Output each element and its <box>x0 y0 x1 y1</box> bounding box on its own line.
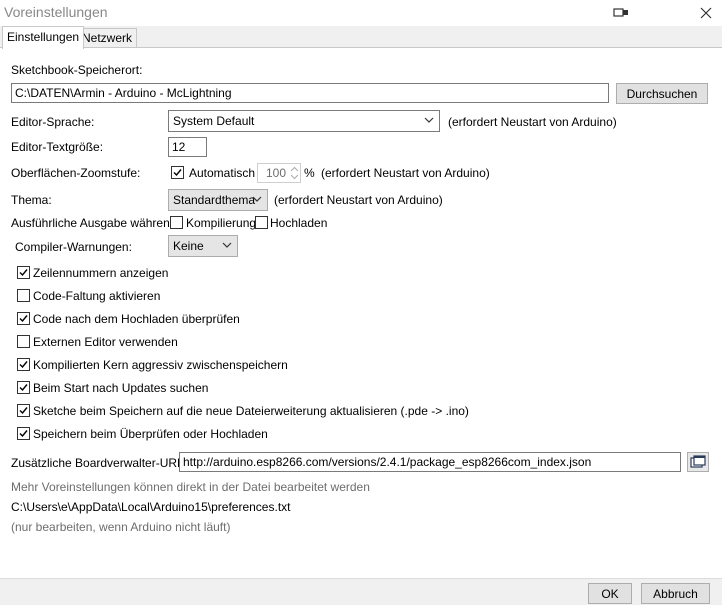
theme-value: Standardthema <box>173 193 256 207</box>
board-urls-input[interactable]: http://arduino.esp8266.com/versions/2.4.… <box>179 452 681 472</box>
compiler-warnings-label: Compiler-Warnungen: <box>15 240 132 254</box>
checkmark-icon <box>19 269 28 277</box>
tab-netzwerk[interactable]: Netzwerk <box>77 28 138 48</box>
option-3-checkbox[interactable] <box>17 335 30 348</box>
theme-select[interactable]: Standardthema <box>168 189 268 211</box>
verbose-compile-checkbox[interactable] <box>170 216 183 229</box>
option-7-label: Speichern beim Überprüfen oder Hochladen <box>33 427 268 441</box>
chevron-down-icon <box>424 117 434 123</box>
sketchbook-label: Sketchbook-Speicherort: <box>11 63 143 77</box>
editor-language-select[interactable]: System Default <box>168 110 440 132</box>
verbose-label: Ausführliche Ausgabe während: <box>11 216 180 230</box>
option-0-checkbox[interactable] <box>17 266 30 279</box>
option-2-checkbox[interactable] <box>17 312 30 325</box>
compiler-warnings-select[interactable]: Keine <box>168 235 238 257</box>
zoom-unit: % <box>304 166 315 180</box>
option-6-checkbox[interactable] <box>17 404 30 417</box>
edit-urls-button[interactable] <box>687 452 709 472</box>
chevron-down-icon <box>222 242 232 248</box>
option-5-label: Beim Start nach Updates suchen <box>33 381 209 395</box>
checkmark-icon <box>19 361 28 369</box>
theme-label: Thema: <box>11 193 52 207</box>
option-6-label: Sketche beim Speichern auf die neue Date… <box>33 404 469 418</box>
option-2-label: Code nach dem Hochladen überprüfen <box>33 312 240 326</box>
checkmark-icon <box>19 407 28 415</box>
compiler-warnings-value: Keine <box>173 239 204 253</box>
checkmark-icon <box>19 315 28 323</box>
zoom-auto-checkbox[interactable] <box>171 166 184 179</box>
info-line-1: Mehr Voreinstellungen können direkt in d… <box>11 480 370 494</box>
option-3-label: Externen Editor verwenden <box>33 335 178 349</box>
zoom-note: (erfordert Neustart von Arduino) <box>321 166 490 180</box>
option-0-label: Zeilennummern anzeigen <box>33 266 169 280</box>
tab-einstellungen[interactable]: Einstellungen <box>2 26 85 49</box>
preferences-path: C:\Users\e\AppData\Local\Arduino15\prefe… <box>11 500 291 514</box>
option-5-checkbox[interactable] <box>17 381 30 394</box>
zoom-auto-label: Automatisch <box>189 166 256 180</box>
window-title: Voreinstellungen <box>4 4 108 20</box>
option-4-label: Kompilierten Kern aggressiv zwischenspei… <box>33 358 288 372</box>
theme-note: (erfordert Neustart von Arduino) <box>274 193 443 207</box>
checkmark-icon <box>19 384 28 392</box>
restore-icon[interactable] <box>610 3 632 23</box>
option-1-checkbox[interactable] <box>17 289 30 302</box>
window-list-icon <box>690 455 706 468</box>
editor-language-value: System Default <box>173 114 255 128</box>
checkmark-icon <box>173 169 182 177</box>
checkmark-icon <box>19 430 28 438</box>
board-urls-label: Zusätzliche Boardverwalter-URLs: <box>11 456 194 470</box>
verbose-upload-checkbox[interactable] <box>255 216 268 229</box>
verbose-upload-label: Hochladen <box>270 216 328 230</box>
browse-button[interactable]: Durchsuchen <box>616 83 708 104</box>
option-7-checkbox[interactable] <box>17 427 30 440</box>
cancel-button[interactable]: Abbruch <box>641 583 710 604</box>
ok-button[interactable]: OK <box>588 583 632 604</box>
zoom-label: Oberflächen-Zoomstufe: <box>11 166 141 180</box>
option-1-label: Code-Faltung aktivieren <box>33 289 161 303</box>
editor-textsize-input[interactable]: 12 <box>168 137 207 157</box>
verbose-compile-label: Kompilierung <box>186 216 257 230</box>
editor-language-note: (erfordert Neustart von Arduino) <box>448 115 617 129</box>
editor-textsize-label: Editor-Textgröße: <box>11 140 104 154</box>
sketchbook-path-input[interactable]: C:\DATEN\Armin - Arduino - McLightning <box>11 83 609 103</box>
editor-language-label: Editor-Sprache: <box>11 115 95 129</box>
close-icon[interactable] <box>695 3 717 23</box>
spinner-arrows-icon[interactable] <box>289 164 300 182</box>
option-4-checkbox[interactable] <box>17 358 30 371</box>
chevron-down-icon <box>252 196 262 202</box>
info-line-3: (nur bearbeiten, wenn Arduino nicht läuf… <box>11 520 231 534</box>
